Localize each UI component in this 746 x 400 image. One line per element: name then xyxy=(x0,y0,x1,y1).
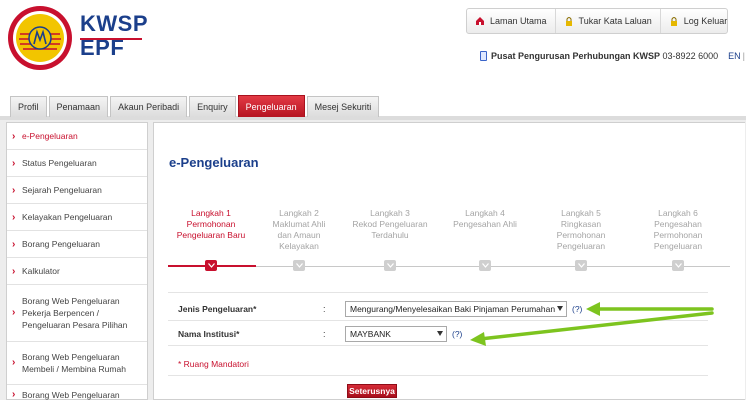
step-6: Langkah 6 Pengesahan Permohonan Pengelua… xyxy=(633,208,723,252)
step-line: Pengesahan Ahli xyxy=(453,219,517,229)
step-6-marker-icon xyxy=(672,260,684,271)
step-1[interactable]: Langkah 1 Permohonan Pengeluaran Baru xyxy=(166,208,256,241)
form-row-nama-institusi: Nama Institusi* : MAYBANK (?) xyxy=(168,322,708,346)
step-line: dan Amaun xyxy=(277,230,321,240)
dropdown-arrow-icon xyxy=(437,330,443,336)
step-line: Kelayakan xyxy=(279,241,319,251)
jenis-pengeluaran-select[interactable]: Mengurang/Menyelesaikan Baki Pinjaman Pe… xyxy=(345,300,567,317)
step-4-marker-icon xyxy=(479,260,491,271)
chevron-down-icon xyxy=(674,263,682,268)
chevron-down-icon xyxy=(481,263,489,268)
step-line: Terdahulu xyxy=(371,230,409,240)
form-colon: : xyxy=(323,328,326,339)
step-line: Maklumat Ahli xyxy=(272,219,326,229)
seterusnya-button[interactable]: Seterusnya xyxy=(347,384,397,398)
jenis-pengeluaran-label: Jenis Pengeluaran* xyxy=(178,303,257,314)
dropdown-arrow-icon xyxy=(557,305,563,311)
step-line: Pengeluaran xyxy=(556,241,606,251)
nama-institusi-label: Nama Institusi* xyxy=(178,328,240,339)
mandatory-note: * Ruang Mandatori xyxy=(178,359,249,369)
step-3: Langkah 3 Rekod Pengeluaran Terdahulu xyxy=(345,208,435,241)
help-link[interactable]: (?) xyxy=(572,304,582,314)
select-value: MAYBANK xyxy=(350,328,391,339)
step-line: Rekod Pengeluaran xyxy=(352,219,428,229)
step-5-marker-icon xyxy=(575,260,587,271)
nama-institusi-select[interactable]: MAYBANK xyxy=(345,325,447,342)
step-line: Langkah 6 xyxy=(658,208,698,218)
step-line: Pengeluaran Baru xyxy=(176,230,246,240)
step-line: Langkah 4 xyxy=(465,208,505,218)
step-4: Langkah 4 Pengesahan Ahli xyxy=(440,208,530,230)
step-line: Ringkasan xyxy=(560,219,602,229)
form-colon: : xyxy=(323,303,326,314)
step-line: Pengeluaran xyxy=(653,241,703,251)
step-line: Permohonan xyxy=(186,219,236,229)
form-top-rule xyxy=(168,292,708,293)
step-3-marker-icon xyxy=(384,260,396,271)
step-line: Permohonan xyxy=(556,230,606,240)
step-line: Langkah 2 xyxy=(279,208,319,218)
steps-container: Langkah 1 Permohonan Pengeluaran Baru La… xyxy=(0,0,746,400)
step-line: Langkah 5 xyxy=(561,208,601,218)
step-line: Pengesahan xyxy=(654,219,702,229)
form-row-jenis-pengeluaran: Jenis Pengeluaran* : Mengurang/Menyelesa… xyxy=(168,297,708,321)
step-5: Langkah 5 Ringkasan Permohonan Pengeluar… xyxy=(536,208,626,252)
step-1-marker-icon xyxy=(205,260,217,271)
chevron-down-icon xyxy=(577,263,585,268)
chevron-down-icon xyxy=(386,263,394,268)
help-link[interactable]: (?) xyxy=(452,329,462,339)
chevron-down-icon xyxy=(207,263,215,268)
step-2-marker-icon xyxy=(293,260,305,271)
step-line: Langkah 1 xyxy=(191,208,231,218)
step-line: Langkah 3 xyxy=(370,208,410,218)
step-line: Permohonan xyxy=(653,230,703,240)
form-bottom-rule xyxy=(168,375,708,376)
select-value: Mengurang/Menyelesaikan Baki Pinjaman Pe… xyxy=(350,303,556,314)
chevron-down-icon xyxy=(295,263,303,268)
step-2: Langkah 2 Maklumat Ahli dan Amaun Kelaya… xyxy=(254,208,344,252)
